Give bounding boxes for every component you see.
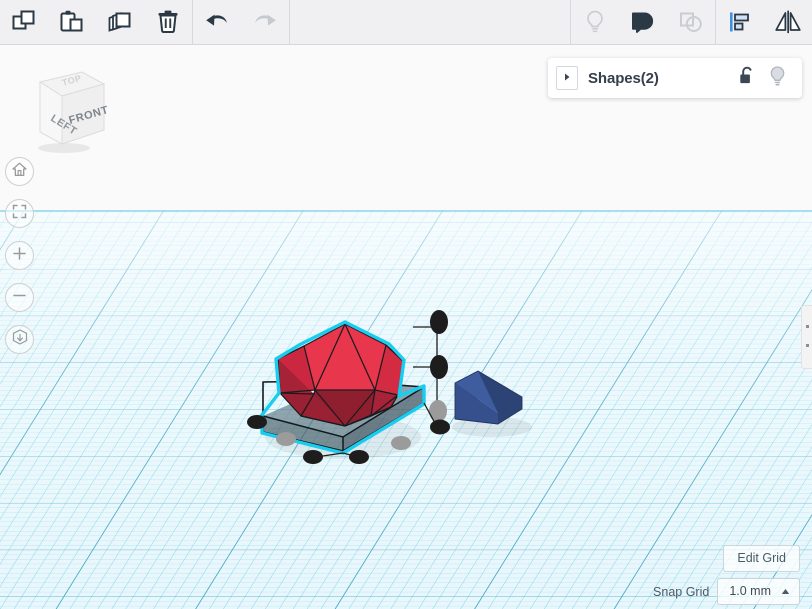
align-button[interactable] bbox=[716, 0, 764, 44]
lightbulb-icon bbox=[582, 9, 608, 35]
handle-corner-bottom-right[interactable] bbox=[349, 450, 369, 464]
view-cube[interactable]: LEFT FRONT TOP bbox=[14, 60, 110, 156]
snap-grid-value: 1.0 mm bbox=[729, 584, 771, 598]
plus-icon bbox=[11, 245, 28, 267]
snap-grid-select[interactable]: 1.0 mm bbox=[717, 578, 800, 605]
toolbar-history-group bbox=[193, 0, 289, 44]
redo-button[interactable] bbox=[241, 0, 289, 44]
app-root: LEFT FRONT TOP Edit Grid Snap Grid 1.0 m… bbox=[0, 0, 812, 609]
fit-view-button[interactable] bbox=[5, 199, 34, 228]
caret-up-icon bbox=[781, 588, 790, 595]
unlock-icon bbox=[737, 65, 757, 92]
mirror-button[interactable] bbox=[764, 0, 812, 44]
group-shape-icon bbox=[629, 9, 657, 35]
duplicate-button[interactable] bbox=[96, 0, 144, 44]
handle-shadow-left bbox=[276, 432, 296, 446]
zoom-out-button[interactable] bbox=[5, 283, 34, 312]
orthographic-toggle-button[interactable] bbox=[5, 325, 34, 354]
redo-arrow-icon bbox=[251, 9, 279, 35]
right-collapsed-panel[interactable] bbox=[801, 305, 812, 369]
scene-canvas[interactable] bbox=[0, 45, 812, 609]
undo-button[interactable] bbox=[193, 0, 241, 44]
viewport-3d[interactable]: LEFT FRONT TOP Edit Grid Snap Grid 1.0 m… bbox=[0, 45, 812, 609]
copy-icon bbox=[11, 9, 37, 35]
home-icon bbox=[11, 161, 28, 183]
fit-view-icon bbox=[11, 203, 28, 225]
flyout-dot-1 bbox=[806, 325, 809, 328]
copy-button[interactable] bbox=[0, 0, 48, 44]
paste-icon bbox=[59, 9, 85, 35]
delete-button[interactable] bbox=[144, 0, 192, 44]
ungroup-shape-icon bbox=[677, 9, 705, 35]
shapes-visibility-button[interactable] bbox=[762, 63, 792, 93]
ungroup-button[interactable] bbox=[667, 0, 715, 44]
top-toolbar bbox=[0, 0, 812, 45]
shapes-panel-title: Shapes(2) bbox=[588, 69, 659, 87]
cube-projection-icon bbox=[11, 328, 29, 351]
handle-shadow-right bbox=[429, 400, 447, 422]
zoom-in-button[interactable] bbox=[5, 241, 34, 270]
undo-arrow-icon bbox=[203, 9, 231, 35]
hide-button[interactable] bbox=[571, 0, 619, 44]
shapes-panel: Shapes(2) bbox=[548, 58, 802, 98]
flyout-dot-2 bbox=[806, 344, 809, 347]
snap-grid-row: Snap Grid 1.0 mm bbox=[653, 578, 800, 605]
trash-icon bbox=[155, 9, 181, 35]
lightbulb-icon bbox=[767, 65, 788, 92]
duplicate-icon bbox=[107, 9, 133, 35]
mirror-flip-icon bbox=[773, 9, 803, 35]
chevron-right-icon bbox=[563, 69, 571, 87]
handle-shadow-bottom bbox=[391, 436, 411, 450]
toolbar-object-group bbox=[571, 0, 715, 44]
toolbar-arrange-group bbox=[716, 0, 812, 44]
handle-corner-left[interactable] bbox=[247, 415, 267, 429]
align-icon bbox=[726, 9, 754, 35]
handle-height-mid[interactable] bbox=[430, 355, 448, 379]
paste-button[interactable] bbox=[48, 0, 96, 44]
minus-icon bbox=[11, 287, 28, 309]
edit-grid-button[interactable]: Edit Grid bbox=[723, 545, 800, 572]
handle-height-top[interactable] bbox=[430, 310, 448, 334]
handle-corner-bottom-left[interactable] bbox=[303, 450, 323, 464]
snap-grid-label: Snap Grid bbox=[653, 584, 710, 599]
home-view-button[interactable] bbox=[5, 157, 34, 186]
toolbar-edit-group bbox=[0, 0, 192, 44]
handle-corner-right[interactable] bbox=[430, 419, 450, 435]
shapes-panel-expand-button[interactable] bbox=[556, 66, 578, 90]
shapes-lock-button[interactable] bbox=[732, 63, 762, 93]
group-button[interactable] bbox=[619, 0, 667, 44]
